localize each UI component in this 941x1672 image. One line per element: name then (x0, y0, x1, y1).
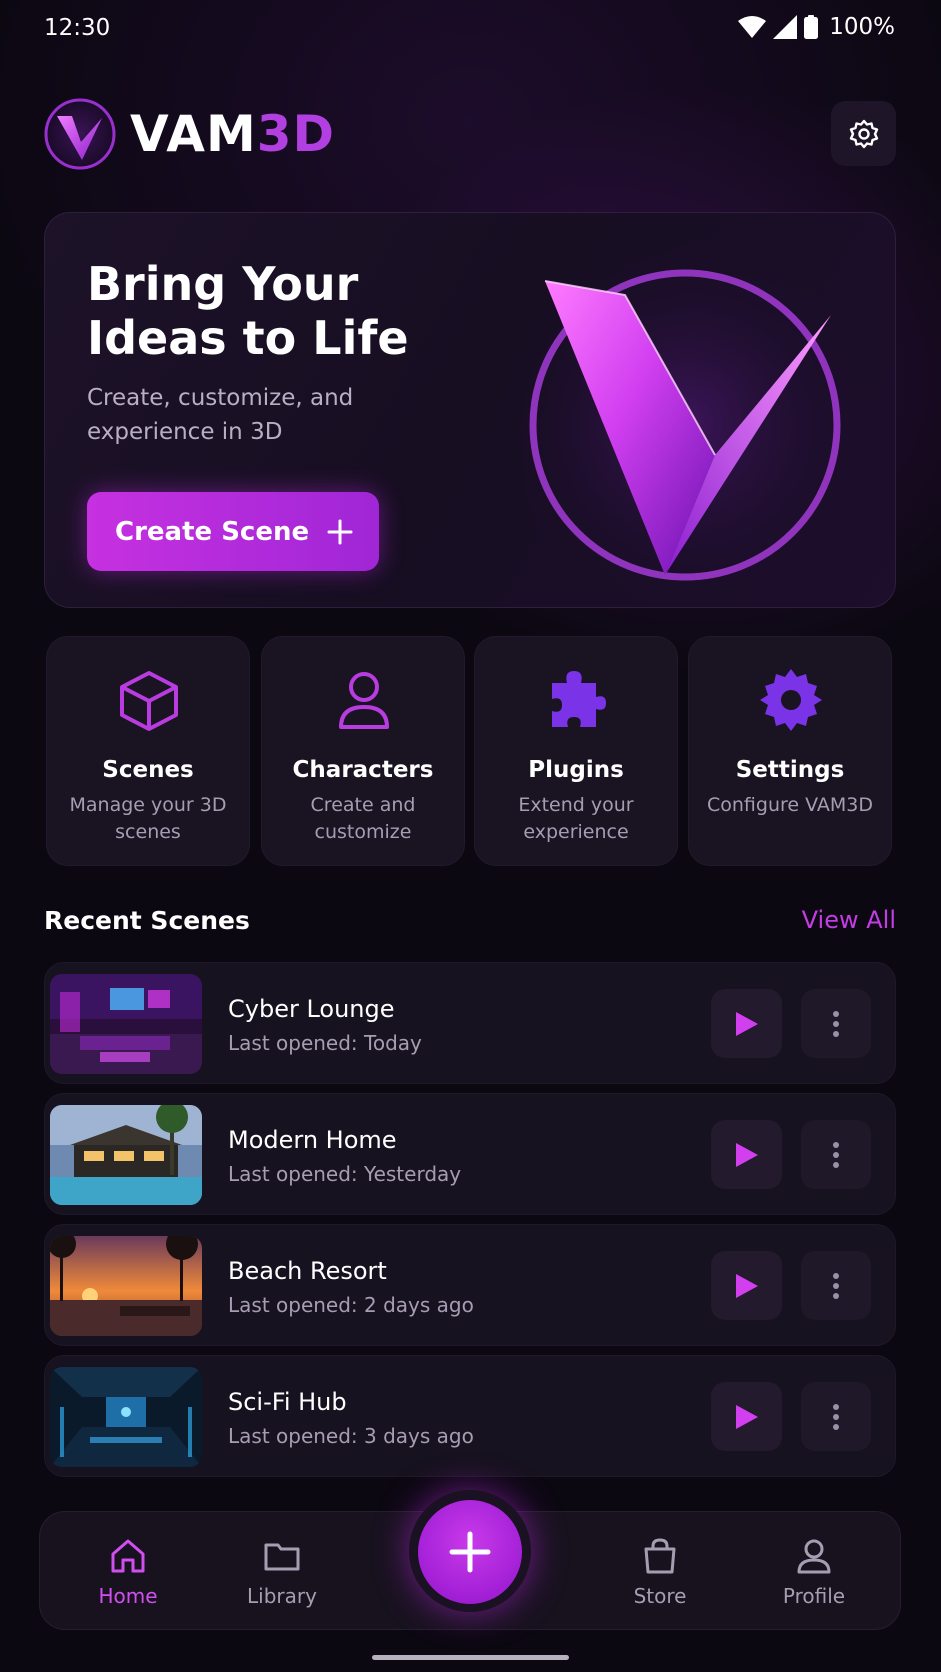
create-scene-button[interactable]: Create Scene (87, 492, 379, 571)
scene-last-opened: Last opened: 3 days ago (228, 1424, 474, 1448)
scene-last-opened: Last opened: Today (228, 1031, 422, 1055)
more-vertical-icon (833, 1403, 839, 1430)
nav-label: Library (247, 1584, 317, 1608)
gear-icon (760, 669, 822, 731)
quick-card-desc: Manage your 3D scenes (69, 794, 227, 843)
scene-row[interactable]: Cyber Lounge Last opened: Today (44, 962, 896, 1084)
view-all-link[interactable]: View All (802, 906, 896, 934)
scene-thumbnail (50, 1236, 202, 1336)
quick-card-desc: Extend your experience (518, 794, 634, 843)
quick-card-title: Plugins (528, 757, 624, 783)
quick-card-desc: Create and customize (310, 794, 416, 843)
play-button[interactable] (711, 1251, 782, 1320)
battery-percent: 100% (829, 14, 895, 40)
header-settings-button[interactable] (831, 101, 896, 166)
folder-icon (264, 1543, 300, 1571)
nav-home[interactable]: Home (68, 1536, 188, 1608)
scene-thumbnail (50, 1105, 202, 1205)
home-indicator[interactable] (372, 1655, 569, 1660)
scene-thumbnail (50, 974, 202, 1074)
app-title-part1: VAM (130, 105, 257, 163)
play-button[interactable] (711, 989, 782, 1058)
nav-label: Home (98, 1584, 158, 1608)
hero-logo (495, 233, 875, 603)
scene-last-opened: Last opened: Yesterday (228, 1162, 462, 1186)
shopping-bag-icon (644, 1538, 676, 1574)
more-vertical-icon (833, 1141, 839, 1168)
person-icon (339, 672, 389, 729)
nav-profile[interactable]: Profile (754, 1536, 874, 1608)
home-icon (111, 1539, 145, 1573)
scene-row[interactable]: Modern Home Last opened: Yesterday (44, 1093, 896, 1215)
scene-last-opened: Last opened: 2 days ago (228, 1293, 474, 1317)
quick-card-scenes[interactable]: Scenes Manage your 3D scenes (46, 636, 250, 866)
quick-card-title: Scenes (102, 757, 194, 783)
recent-scenes-title: Recent Scenes (44, 906, 250, 935)
status-icons: 100% (738, 14, 895, 40)
play-icon (735, 1404, 758, 1429)
scene-thumbnail (50, 1367, 202, 1467)
add-fab-button[interactable] (418, 1500, 522, 1604)
play-button[interactable] (711, 1120, 782, 1189)
more-options-button[interactable] (801, 1251, 871, 1320)
play-icon (735, 1273, 758, 1298)
quick-card-plugins[interactable]: Plugins Extend your experience (474, 636, 678, 866)
nav-label: Store (633, 1584, 687, 1608)
plus-icon (327, 519, 353, 544)
scene-row[interactable]: Sci-Fi Hub Last opened: 3 days ago (44, 1355, 896, 1477)
gear-icon (849, 119, 878, 148)
scene-name: Modern Home (228, 1126, 397, 1154)
more-vertical-icon (833, 1272, 839, 1299)
quick-card-title: Settings (735, 757, 845, 783)
quick-card-desc: Configure VAM3D (706, 794, 874, 816)
battery-icon (804, 15, 819, 39)
signal-icon (773, 15, 798, 39)
more-options-button[interactable] (801, 1120, 871, 1189)
app-title-part2: 3D (256, 105, 336, 163)
hero-banner: Bring Your Ideas to Life Create, customi… (44, 212, 896, 608)
more-options-button[interactable] (801, 989, 871, 1058)
nav-store[interactable]: Store (600, 1536, 720, 1608)
plus-icon (449, 1531, 491, 1573)
create-scene-label: Create Scene (115, 516, 310, 547)
hero-subtitle: Create, customize, and experience in 3D (87, 385, 354, 445)
nav-library[interactable]: Library (222, 1536, 342, 1608)
play-icon (735, 1142, 758, 1167)
scene-name: Sci-Fi Hub (228, 1388, 347, 1416)
quick-card-settings[interactable]: Settings Configure VAM3D (688, 636, 892, 866)
scene-row[interactable]: Beach Resort Last opened: 2 days ago (44, 1224, 896, 1346)
quick-card-title: Characters (292, 757, 434, 783)
nav-label: Profile (782, 1584, 846, 1608)
more-vertical-icon (833, 1010, 839, 1037)
scene-name: Beach Resort (228, 1257, 387, 1285)
app-title: VAM3D (130, 104, 335, 164)
play-button[interactable] (711, 1382, 782, 1451)
hero-title: Bring Your Ideas to Life (87, 257, 409, 365)
play-icon (735, 1011, 758, 1036)
puzzle-icon (552, 671, 606, 727)
more-options-button[interactable] (801, 1382, 871, 1451)
app-logo (44, 98, 116, 170)
profile-icon (797, 1539, 831, 1574)
cube-icon (120, 671, 178, 731)
status-time: 12:30 (44, 15, 111, 41)
status-bar: 12:30 100% (0, 0, 941, 56)
wifi-icon (738, 16, 767, 38)
quick-card-characters[interactable]: Characters Create and customize (261, 636, 465, 866)
scene-name: Cyber Lounge (228, 995, 395, 1023)
